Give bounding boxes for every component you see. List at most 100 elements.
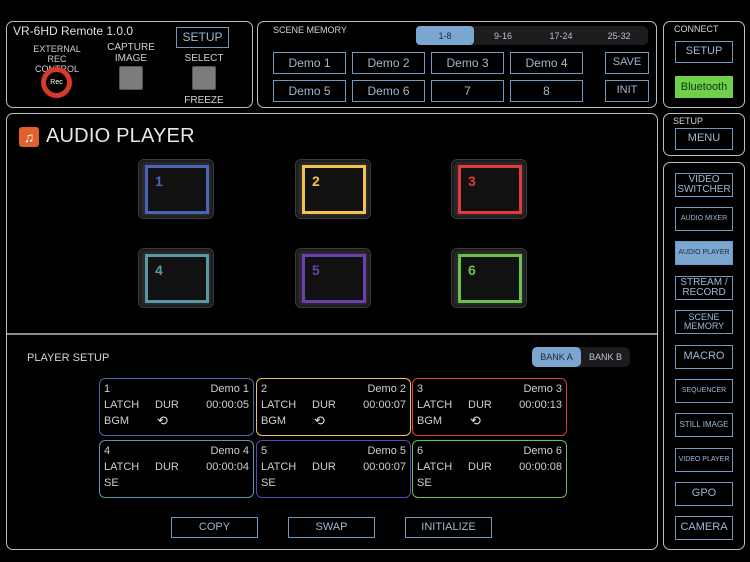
player-slot-1[interactable]: 1 Demo 1 LATCH DUR 00:00:05 BGM ⟲ (99, 378, 254, 436)
connect-title: CONNECT (674, 24, 719, 34)
nav-stream-record[interactable]: STREAM / RECORD (675, 276, 733, 300)
player-slot-5[interactable]: 5 Demo 5 LATCH DUR 00:00:07 SE (256, 440, 411, 498)
slot-duration: 00:00:07 (363, 461, 406, 473)
bluetooth-button[interactable]: Bluetooth (675, 76, 733, 98)
loop-icon: ⟲ (314, 413, 325, 428)
audio-player-panel: ♫ AUDIO PLAYER 1 2 3 4 5 6 PLAYER SETUP BANK … (6, 113, 658, 550)
nav-scene-memory[interactable]: SCENE MEMORY (675, 310, 733, 334)
slot-dur-label: DUR (155, 461, 179, 473)
nav-audio-player[interactable]: AUDIO PLAYER (675, 241, 733, 265)
slot-duration: 00:00:04 (206, 461, 249, 473)
select-label: SELECT (184, 53, 224, 64)
menu-button[interactable]: MENU (675, 128, 733, 150)
pad-number: 6 (468, 262, 476, 278)
slot-type: SE (261, 477, 276, 489)
pad-frame: 6 (458, 254, 522, 303)
slot-dur-label: DUR (312, 399, 336, 411)
player-slot-6[interactable]: 6 Demo 6 LATCH DUR 00:00:08 SE (412, 440, 567, 498)
scene-init-button[interactable]: INIT (605, 80, 649, 102)
slot-mode: LATCH (417, 461, 453, 473)
slot-type: BGM (261, 415, 287, 427)
slot-mode: LATCH (417, 399, 453, 411)
player-pad-2[interactable]: 2 (295, 159, 371, 219)
freeze-button[interactable] (192, 66, 216, 90)
slot-dur-label: DUR (312, 461, 336, 473)
pad-number: 2 (312, 173, 320, 189)
player-pad-6[interactable]: 6 (451, 248, 527, 308)
slot-dur-label: DUR (155, 399, 179, 411)
nav-sequencer[interactable]: SEQUENCER (675, 379, 733, 403)
slot-duration: 00:00:05 (206, 399, 249, 411)
scene-memory-title: SCENE MEMORY (273, 25, 347, 35)
nav-gpo[interactable]: GPO (675, 482, 733, 506)
scene-tab-25-32[interactable]: 25-32 (590, 26, 648, 45)
slot-mode: LATCH (104, 399, 140, 411)
rec-button[interactable]: Rec (41, 67, 72, 98)
nav-video-switcher[interactable]: VIDEO SWITCHER (675, 173, 733, 197)
rec-label: Rec (46, 72, 67, 93)
player-slot-2[interactable]: 2 Demo 2 LATCH DUR 00:00:07 BGM ⟲ (256, 378, 411, 436)
nav-still-image[interactable]: STILL IMAGE (675, 413, 733, 437)
copy-button[interactable]: COPY (171, 517, 258, 538)
slot-type: SE (417, 477, 432, 489)
slot-number: 5 (261, 445, 268, 457)
slot-name: Demo 5 (367, 445, 406, 457)
loop-icon: ⟲ (157, 413, 168, 428)
nav-video-player[interactable]: VIDEO PLAYER (675, 448, 733, 472)
swap-button[interactable]: SWAP (288, 517, 375, 538)
function-nav-panel: VIDEO SWITCHER AUDIO MIXER AUDIO PLAYER … (663, 162, 745, 550)
scene-button-4[interactable]: Demo 4 (510, 52, 583, 74)
setup-menu-title: SETUP (673, 116, 704, 126)
music-note-icon: ♫ (19, 126, 39, 147)
pad-frame: 5 (302, 254, 366, 303)
slot-type: BGM (104, 415, 130, 427)
slot-number: 1 (104, 383, 111, 395)
scene-button-2[interactable]: Demo 2 (352, 52, 425, 74)
remote-setup-button[interactable]: SETUP (176, 27, 229, 48)
bank-selector: BANK A BANK B (532, 347, 630, 367)
scene-button-5[interactable]: Demo 5 (273, 80, 346, 102)
slot-duration: 00:00:07 (363, 399, 406, 411)
capture-image-label: CAPTURE IMAGE (107, 42, 155, 64)
nav-camera[interactable]: CAMERA (675, 516, 733, 540)
pad-frame: 4 (145, 254, 209, 303)
slot-mode: LATCH (261, 461, 297, 473)
slot-number: 3 (417, 383, 424, 395)
player-pad-5[interactable]: 5 (295, 248, 371, 308)
initialize-button[interactable]: INITIALIZE (405, 517, 492, 538)
slot-duration: 00:00:08 (519, 461, 562, 473)
player-slot-4[interactable]: 4 Demo 4 LATCH DUR 00:00:04 SE (99, 440, 254, 498)
app-title: VR-6HD Remote 1.0.0 (13, 24, 134, 38)
player-slot-3[interactable]: 3 Demo 3 LATCH DUR 00:00:13 BGM ⟲ (412, 378, 567, 436)
bank-a-tab[interactable]: BANK A (532, 347, 581, 367)
scene-button-8[interactable]: 8 (510, 80, 583, 102)
scene-button-6[interactable]: Demo 6 (352, 80, 425, 102)
pad-number: 5 (312, 262, 320, 278)
scene-tab-17-24[interactable]: 17-24 (532, 26, 590, 45)
slot-number: 4 (104, 445, 111, 457)
setup-menu-panel: SETUP MENU (663, 113, 745, 156)
bank-b-tab[interactable]: BANK B (581, 347, 630, 367)
pad-number: 4 (155, 262, 163, 278)
slot-duration: 00:00:13 (519, 399, 562, 411)
scene-save-button[interactable]: SAVE (605, 52, 649, 74)
freeze-label: FREEZE (184, 95, 224, 106)
scene-button-7[interactable]: 7 (431, 80, 504, 102)
slot-mode: LATCH (104, 461, 140, 473)
scene-tab-1-8[interactable]: 1-8 (416, 26, 474, 45)
slot-name: Demo 2 (367, 383, 406, 395)
player-pad-1[interactable]: 1 (138, 159, 214, 219)
scene-tab-9-16[interactable]: 9-16 (474, 26, 532, 45)
slot-number: 6 (417, 445, 424, 457)
scene-button-3[interactable]: Demo 3 (431, 52, 504, 74)
nav-audio-mixer[interactable]: AUDIO MIXER (675, 207, 733, 231)
slot-dur-label: DUR (468, 399, 492, 411)
pad-frame: 2 (302, 165, 366, 214)
nav-macro[interactable]: MACRO (675, 345, 733, 369)
connect-setup-button[interactable]: SETUP (675, 41, 733, 63)
capture-image-button[interactable] (119, 66, 143, 90)
scene-page-tabs: 1-8 9-16 17-24 25-32 (416, 26, 648, 45)
player-pad-4[interactable]: 4 (138, 248, 214, 308)
player-pad-3[interactable]: 3 (451, 159, 527, 219)
scene-button-1[interactable]: Demo 1 (273, 52, 346, 74)
